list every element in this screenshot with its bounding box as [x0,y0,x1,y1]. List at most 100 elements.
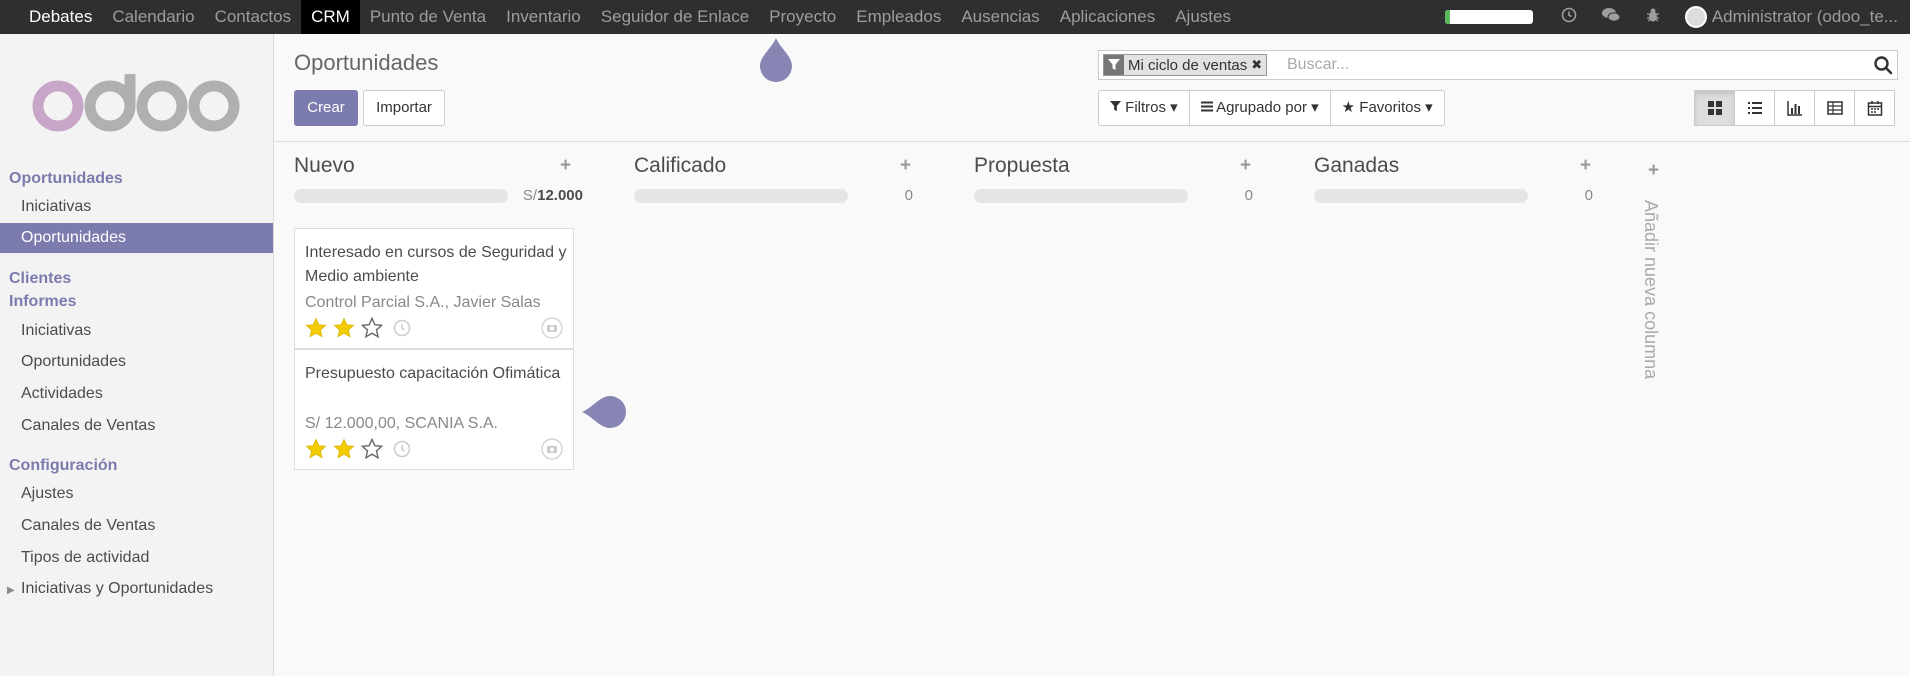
favorites-button[interactable]: ★ Favoritos ▾ [1329,90,1445,126]
menu-proyecto[interactable]: Proyecto [759,0,846,34]
odoo-logo [30,70,242,139]
star-filled-icon[interactable] [333,317,355,339]
sidebar-item-iniciativas-y-oportunidades[interactable]: Iniciativas y Oportunidades [0,574,273,604]
activity-clock-icon[interactable] [393,440,411,458]
import-button[interactable]: Importar [363,90,445,126]
menu-debates[interactable]: Debates [0,0,102,34]
clock-icon[interactable] [1559,7,1579,28]
menu-empleados[interactable]: Empleados [846,0,951,34]
priority-stars[interactable] [305,317,389,339]
tour-tip-icon[interactable] [758,36,794,84]
kanban-card[interactable]: Presupuesto capacitación Ofimática S/ 12… [294,349,574,470]
avatar [1684,6,1707,28]
favorites-label: Favoritos [1359,99,1421,116]
star-filled-icon[interactable] [305,438,327,460]
menu-contactos[interactable]: Contactos [205,0,302,34]
sidebar-item-actividades[interactable]: Actividades [0,379,273,409]
divider [275,141,1910,142]
chat-icon[interactable] [1601,7,1621,28]
filters-button[interactable]: Filtros ▾ [1098,90,1190,126]
bug-icon[interactable] [1643,7,1663,28]
quick-create-ganadas[interactable]: + [1580,155,1591,177]
menu-calendario[interactable]: Calendario [102,0,204,34]
menu-ajustes[interactable]: Ajustes [1165,0,1241,34]
menu-crm[interactable]: CRM [301,0,360,34]
quick-create-calificado[interactable]: + [900,155,911,177]
filters-label: Filtros [1125,99,1167,116]
group-by-label: Agrupado por [1216,99,1307,116]
section-configuracion[interactable]: Configuración [9,457,117,475]
avatar-placeholder-icon [541,317,563,339]
facet-label: Mi ciclo de ventas [1128,56,1248,74]
star-filled-icon[interactable] [333,438,355,460]
column-title-propuesta[interactable]: Propuesta [974,154,1070,178]
currency-label: S/ [522,187,538,204]
section-informes[interactable]: Informes [9,293,77,311]
column-progress-calificado[interactable] [634,189,848,203]
tour-tip-icon[interactable] [580,394,628,430]
star-empty-icon[interactable] [361,317,383,339]
activity-clock-icon[interactable] [393,319,411,337]
menu-inventario[interactable]: Inventario [496,0,591,34]
star-filled-icon[interactable] [305,317,327,339]
card-subtitle: Control Parcial S.A., Javier Salas [305,294,541,311]
column-progress-ganadas[interactable] [1314,189,1528,203]
calendar-icon [1867,101,1882,116]
card-subtitle: S/ 12.000,00, SCANIA S.A. [305,415,498,432]
sidebar-item-tipos-de-actividad[interactable]: Tipos de actividad [0,543,273,573]
menu-aplicaciones[interactable]: Aplicaciones [1050,0,1165,34]
group-by-button[interactable]: Agrupado por ▾ [1188,90,1331,126]
user-menu[interactable]: Administrator (odoo_te... [1684,6,1910,28]
bars-icon [1200,101,1213,112]
menu-ausencias[interactable]: Ausencias [951,0,1049,34]
progress-bar[interactable] [1444,10,1533,24]
create-button[interactable]: Crear [294,90,358,126]
search-bar[interactable]: Mi ciclo de ventas ✖ Buscar... [1098,50,1898,80]
sidebar-item-informes-iniciativas[interactable]: Iniciativas [0,316,273,346]
remove-facet-icon[interactable]: ✖ [1251,57,1266,73]
menu-punto-de-venta[interactable]: Punto de Venta [360,0,496,34]
progress-fill [1444,10,1451,24]
column-total-nuevo: S/12.000 [510,187,583,204]
sidebar-item-ajustes[interactable]: Ajustes [0,479,273,509]
list-view-button[interactable] [1734,90,1775,126]
page-title: Oportunidades [294,50,439,75]
quick-create-propuesta[interactable]: + [1240,155,1251,177]
list-icon [1747,102,1762,114]
sidebar-item-informes-oportunidades[interactable]: Oportunidades [0,347,273,377]
add-column-label[interactable]: Añadir nueva columna [1640,200,1661,379]
search-options: Filtros ▾ Agrupado por ▾ ★ Favoritos ▾ [1098,90,1445,126]
kanban-card[interactable]: Interesado en cursos de Seguridad y Medi… [294,228,574,349]
column-total-propuesta: 0 [1244,187,1253,204]
add-column-plus-icon[interactable]: + [1648,160,1659,182]
priority-stars[interactable] [305,438,389,460]
kanban-icon [1707,101,1722,115]
column-title-calificado[interactable]: Calificado [634,154,726,178]
app-menu: Debates Calendario Contactos CRM Punto d… [0,0,1241,34]
sidebar: Oportunidades Iniciativas Oportunidades … [0,34,274,676]
section-clientes[interactable]: Clientes [9,270,71,288]
card-title: Presupuesto capacitación Ofimática [305,365,561,382]
section-oportunidades[interactable]: Oportunidades [9,170,123,188]
column-title-nuevo[interactable]: Nuevo [294,154,355,178]
search-facet: Mi ciclo de ventas ✖ [1103,54,1268,76]
column-progress-propuesta[interactable] [974,189,1188,203]
sidebar-item-oportunidades[interactable]: Oportunidades [0,223,273,253]
graph-view-button[interactable] [1774,90,1815,126]
user-name: Administrator (odoo_te... [1711,7,1898,26]
sidebar-item-iniciativas[interactable]: Iniciativas [0,192,273,222]
search-input[interactable]: Buscar... [1287,51,1349,79]
kanban-view-button[interactable] [1694,90,1735,126]
pivot-view-button[interactable] [1814,90,1855,126]
quick-create-nuevo[interactable]: + [560,155,571,177]
search-icon[interactable] [1873,55,1893,75]
sidebar-item-config-canales-de-ventas[interactable]: Canales de Ventas [0,511,273,541]
column-title-ganadas[interactable]: Ganadas [1314,154,1399,178]
top-navbar: Debates Calendario Contactos CRM Punto d… [0,0,1910,34]
table-icon [1826,101,1843,115]
calendar-view-button[interactable] [1854,90,1895,126]
sidebar-item-canales-de-ventas[interactable]: Canales de Ventas [0,411,273,441]
column-progress-nuevo[interactable] [294,189,508,203]
star-empty-icon[interactable] [361,438,383,460]
menu-seguidor-de-enlace[interactable]: Seguidor de Enlace [591,0,759,34]
